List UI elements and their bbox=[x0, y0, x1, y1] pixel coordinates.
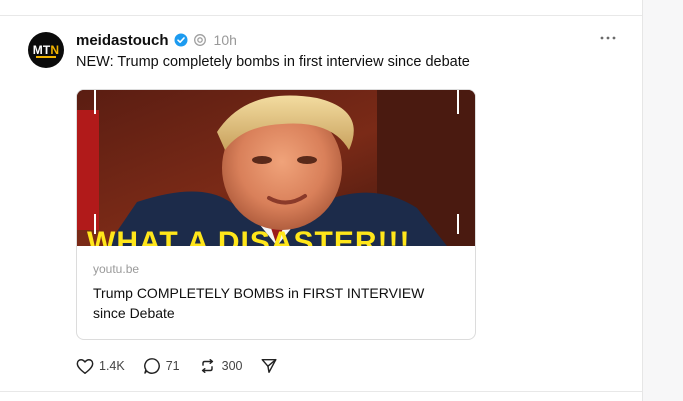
repost-arrows-icon bbox=[198, 357, 217, 375]
post-timestamp[interactable]: 10h bbox=[214, 32, 237, 48]
link-domain: youtu.be bbox=[93, 262, 140, 276]
link-meta: youtu.be Trump COMPLETELY BOMBS in FIRST… bbox=[93, 262, 463, 323]
avatar-logo-text: MTN bbox=[32, 43, 60, 57]
send-icon bbox=[260, 357, 278, 375]
repost-button[interactable]: 300 bbox=[198, 357, 243, 375]
link-preview-card[interactable]: WHAT A DISASTER!!! youtu.be Trump COMPLE… bbox=[76, 89, 476, 340]
ai-label-icon bbox=[193, 33, 207, 47]
ellipsis-icon[interactable] bbox=[600, 30, 616, 46]
feed-divider-bottom bbox=[0, 391, 642, 392]
thumbnail-caption: WHAT A DISASTER!!! bbox=[87, 226, 411, 247]
like-count: 1.4K bbox=[99, 359, 125, 373]
like-button[interactable]: 1.4K bbox=[76, 358, 125, 375]
link-thumbnail: WHAT A DISASTER!!! bbox=[77, 90, 475, 246]
threads-feed: MTN meidastouch 10h NEW: Trump completel… bbox=[0, 0, 683, 401]
link-title: Trump COMPLETELY BOMBS in FIRST INTERVIE… bbox=[93, 285, 425, 321]
post-text: NEW: Trump completely bombs in first int… bbox=[76, 54, 470, 70]
verified-badge-icon bbox=[174, 33, 188, 47]
avatar[interactable]: MTN bbox=[28, 32, 64, 68]
avatar-logo-underline bbox=[36, 56, 56, 58]
feed-post[interactable]: MTN meidastouch 10h NEW: Trump completel… bbox=[0, 16, 642, 391]
share-button[interactable] bbox=[260, 357, 278, 375]
post-actions: 1.4K 71 300 bbox=[76, 356, 296, 376]
post-username[interactable]: meidastouch bbox=[76, 32, 169, 49]
heart-icon bbox=[76, 358, 94, 375]
thumbnail-image bbox=[77, 90, 475, 246]
reply-button[interactable]: 71 bbox=[143, 357, 180, 375]
right-gutter bbox=[642, 0, 683, 401]
repost-count: 300 bbox=[221, 359, 243, 373]
speech-bubble-icon bbox=[143, 357, 161, 375]
reply-count: 71 bbox=[165, 359, 180, 373]
avatar-logo-accent-letter: N bbox=[50, 43, 60, 57]
post-header: meidastouch 10h bbox=[76, 31, 237, 49]
